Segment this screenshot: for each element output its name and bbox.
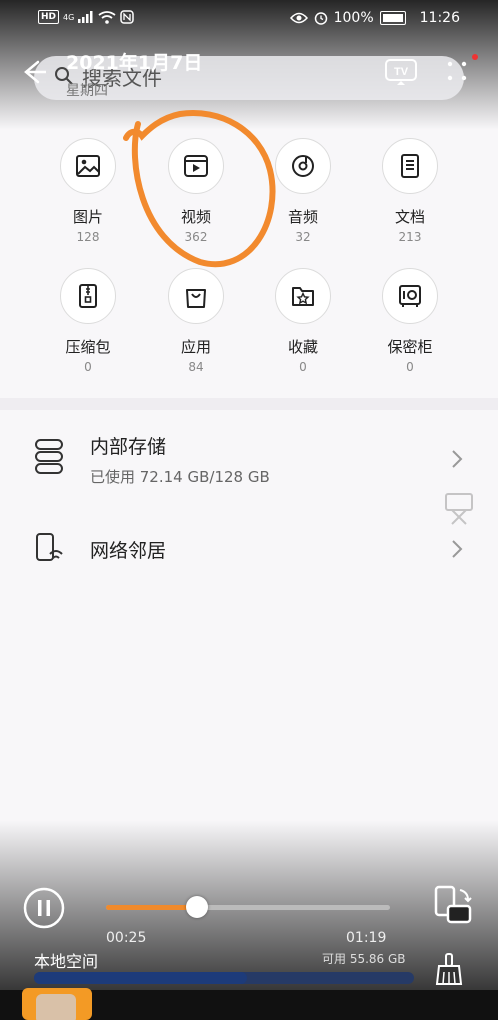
more-menu-icon[interactable] (446, 58, 470, 84)
storage-icon (35, 439, 63, 474)
category-count: 84 (188, 360, 204, 374)
safe-icon (382, 268, 438, 324)
category-favorites[interactable]: 收藏 0 (253, 268, 353, 374)
category-apps[interactable]: 应用 84 (146, 268, 246, 374)
elapsed-time: 00:25 (106, 930, 147, 946)
eye-icon (289, 12, 308, 24)
playback-progress-fill (106, 905, 197, 910)
category-count: 213 (398, 230, 422, 244)
category-safe[interactable]: 保密柜 0 (360, 268, 460, 374)
back-arrow-icon[interactable] (20, 58, 48, 86)
section-divider (0, 398, 498, 410)
category-label: 图片 (72, 208, 103, 226)
alarm-icon (314, 12, 327, 25)
network-type: 4G (63, 12, 75, 22)
category-count: 128 (76, 230, 100, 244)
category-audio[interactable]: 音频 32 (253, 138, 353, 244)
category-videos[interactable]: 视频 362 (146, 138, 246, 244)
internal-storage-row[interactable]: 内部存储 已使用 72.14 GB/128 GB (0, 428, 498, 498)
local-space-bar (34, 972, 414, 984)
audio-icon (275, 138, 331, 194)
cleanup-broom-icon[interactable] (434, 952, 464, 986)
nfc-icon (120, 10, 135, 24)
search-subtext: 星期四 (66, 83, 108, 99)
category-count: 32 (295, 230, 311, 244)
battery-percent: 100% (333, 10, 374, 26)
pause-button[interactable] (22, 886, 66, 930)
chevron-right-icon (452, 450, 463, 468)
tv-label: TV (394, 66, 409, 78)
document-icon (382, 138, 438, 194)
category-label: 音频 (287, 208, 318, 226)
internal-storage-usage: 已使用 72.14 GB/128 GB (90, 468, 270, 486)
category-label: 保密柜 (387, 338, 433, 356)
video-icon (168, 138, 224, 194)
status-bar: HD 4G 100% 11:26 (0, 0, 498, 36)
rotate-screen-icon[interactable] (432, 884, 474, 928)
app-bag-icon (168, 268, 224, 324)
playback-progress-track[interactable] (106, 896, 390, 918)
tv-cast-icon[interactable]: TV (384, 58, 418, 86)
clock: 11:26 (419, 10, 460, 26)
internal-storage-title: 内部存储 (90, 436, 167, 458)
chevron-right-icon (452, 540, 463, 558)
local-space-label: 本地空间 (34, 952, 99, 971)
floating-tool-icon[interactable] (444, 492, 474, 526)
category-count: 0 (84, 360, 92, 374)
category-label: 视频 (180, 208, 211, 226)
archive-icon (60, 268, 116, 324)
video-title: 2021年1月7日 (66, 52, 203, 74)
local-space-used-fill (34, 972, 247, 984)
wifi-icon (98, 10, 116, 24)
category-count: 362 (184, 230, 208, 244)
category-images[interactable]: 图片 128 (38, 138, 138, 244)
thumbnail-person-image (36, 994, 76, 1020)
category-count: 0 (299, 360, 307, 374)
category-label: 应用 (180, 338, 211, 356)
video-thumbnail[interactable] (22, 988, 92, 1020)
network-neighbor-title: 网络邻居 (90, 540, 167, 562)
signal-icon (78, 11, 93, 23)
favorite-icon (275, 268, 331, 324)
playback-scrubber-handle[interactable] (185, 896, 208, 918)
available-space: 可用 55.86 GB (322, 952, 406, 966)
category-label: 收藏 (287, 338, 318, 356)
total-duration: 01:19 (346, 930, 387, 946)
category-label: 文档 (394, 208, 425, 226)
image-icon (60, 138, 116, 194)
category-count: 0 (406, 360, 414, 374)
battery-icon (379, 11, 406, 25)
category-documents[interactable]: 文档 213 (360, 138, 460, 244)
hd-badge: HD (38, 10, 60, 24)
category-label: 压缩包 (65, 338, 111, 356)
network-neighbor-row[interactable]: 网络邻居 (0, 520, 498, 590)
notification-dot (472, 54, 478, 60)
category-archives[interactable]: 压缩包 0 (38, 268, 138, 374)
network-neighbor-icon (36, 533, 63, 561)
